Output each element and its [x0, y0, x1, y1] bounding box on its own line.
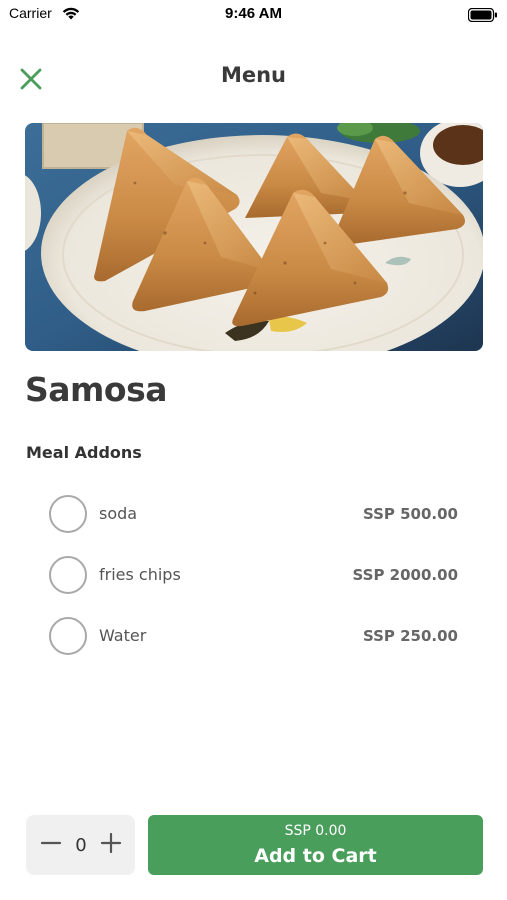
add-to-cart-button[interactable]: SSP 0.00 Add to Cart	[148, 815, 483, 875]
plus-icon	[100, 832, 122, 857]
item-title: Samosa	[25, 370, 168, 409]
radio-button[interactable]	[49, 495, 87, 533]
decrement-button[interactable]	[38, 830, 64, 860]
minus-icon	[40, 833, 62, 857]
battery-icon	[467, 7, 498, 26]
radio-button[interactable]	[49, 556, 87, 594]
quantity-stepper: 0	[26, 815, 135, 875]
addon-price: SSP 500.00	[362, 505, 458, 523]
status-bar: Carrier 9:46 AM	[0, 0, 507, 28]
menu-item-screen: Carrier 9:46 AM Menu Samosa Meal Addons …	[0, 0, 507, 900]
addon-list: soda SSP 500.00 fries chips SSP 2000.00 …	[0, 484, 507, 667]
page-title: Menu	[220, 63, 287, 87]
addon-option-fries-chips[interactable]: fries chips SSP 2000.00	[0, 545, 507, 606]
addon-price: SSP 2000.00	[352, 566, 458, 584]
add-to-cart-label: Add to Cart	[254, 845, 377, 867]
increment-button[interactable]	[98, 830, 124, 860]
samosa-photo	[25, 123, 483, 351]
addon-price: SSP 250.00	[362, 627, 458, 645]
quantity-value: 0	[75, 835, 87, 856]
addons-section-title: Meal Addons	[26, 443, 142, 462]
nav-bar: Menu	[0, 55, 507, 99]
cart-total: SSP 0.00	[284, 823, 347, 839]
addon-option-soda[interactable]: soda SSP 500.00	[0, 484, 507, 545]
addon-name: fries chips	[99, 565, 181, 584]
radio-button[interactable]	[49, 617, 87, 655]
status-time: 9:46 AM	[225, 5, 282, 22]
addon-name: soda	[99, 504, 138, 523]
addon-name: Water	[99, 626, 147, 645]
addon-option-water[interactable]: Water SSP 250.00	[0, 606, 507, 667]
